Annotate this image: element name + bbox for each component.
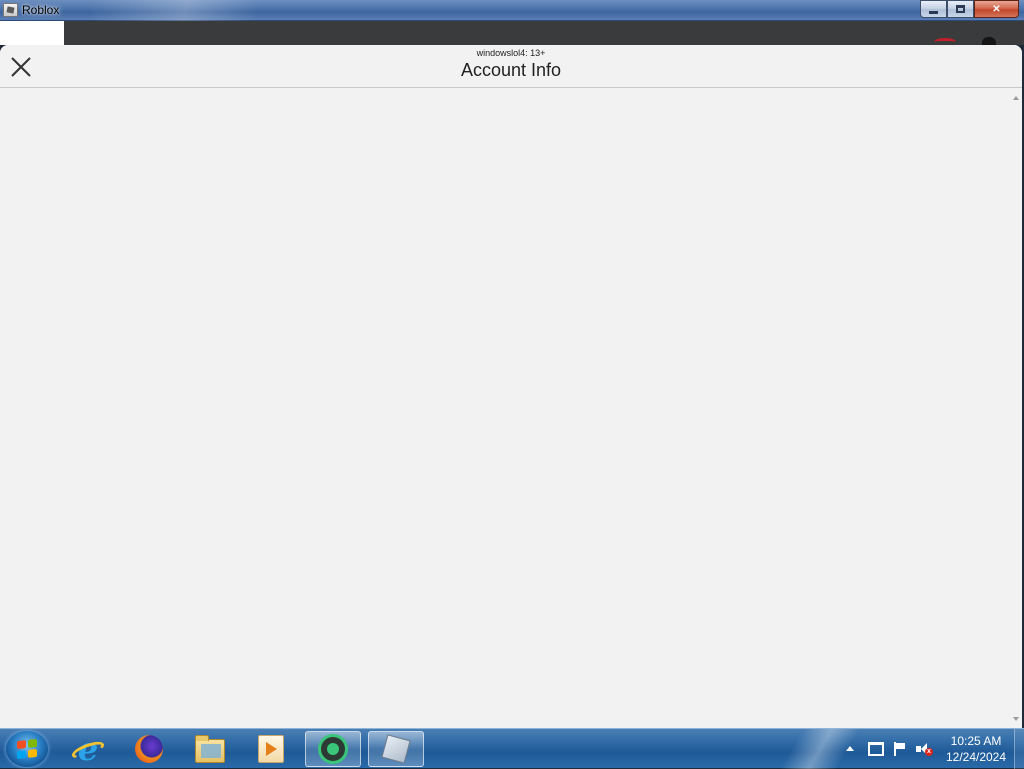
window-controls: ✕ <box>920 0 1019 18</box>
taskbar-highlight <box>760 729 880 769</box>
taskbar-firefox[interactable] <box>121 731 177 767</box>
minimize-icon <box>929 10 938 14</box>
dark-graphic <box>982 37 996 45</box>
page-title: Account Info <box>460 60 562 80</box>
clock-time: 10:25 AM <box>950 734 1002 748</box>
window-title: Roblox <box>22 3 60 17</box>
folder-icon <box>195 735 225 763</box>
action-center-flag-icon[interactable] <box>892 742 908 756</box>
muted-badge-icon: x <box>925 748 933 756</box>
close-window-button[interactable]: ✕ <box>974 0 1019 18</box>
title-bar-sheen <box>90 0 330 21</box>
network-icon[interactable] <box>868 742 884 756</box>
modal-header: windowslol4: 13+ Account Info <box>0 45 1022 88</box>
roblox-icon <box>381 734 411 764</box>
media-player-icon <box>258 735 284 763</box>
green-app-icon <box>318 734 348 764</box>
minimize-button[interactable] <box>920 0 947 18</box>
maximize-button[interactable] <box>947 0 974 18</box>
scroll-down-arrow-icon[interactable] <box>1013 717 1019 721</box>
scroll-up-arrow-icon[interactable] <box>1013 96 1019 100</box>
vertical-scrollbar[interactable] <box>1010 89 1022 728</box>
roblox-app-icon <box>3 3 18 17</box>
taskbar-internet-explorer[interactable]: e <box>60 731 116 767</box>
system-clock[interactable]: 10:25 AM 12/24/2024 <box>936 733 1016 765</box>
internet-explorer-icon: e <box>69 733 107 765</box>
show-desktop-button[interactable] <box>1014 729 1024 769</box>
taskbar-roblox[interactable] <box>368 731 424 767</box>
taskbar-media-player[interactable] <box>243 731 299 767</box>
taskbar-green-app[interactable] <box>305 731 361 767</box>
restore-icon <box>956 5 965 13</box>
account-info-modal: windowslol4: 13+ Account Info <box>0 45 1022 728</box>
show-hidden-icons-icon[interactable] <box>846 746 854 751</box>
clock-date: 12/24/2024 <box>945 750 1007 764</box>
taskbar-windows-explorer[interactable] <box>182 731 238 767</box>
app-background-strip <box>0 21 1024 45</box>
firefox-icon <box>135 735 163 763</box>
windows-logo-icon <box>17 738 37 760</box>
modal-content-area <box>0 89 1010 728</box>
start-button[interactable] <box>6 731 48 767</box>
account-username: windowslol4: 13+ <box>476 48 546 58</box>
window-title-bar[interactable]: Roblox ✕ <box>0 0 1024 21</box>
taskbar: e x 10:25 AM 12/24/2024 <box>0 728 1024 769</box>
app-header-block <box>0 21 64 45</box>
